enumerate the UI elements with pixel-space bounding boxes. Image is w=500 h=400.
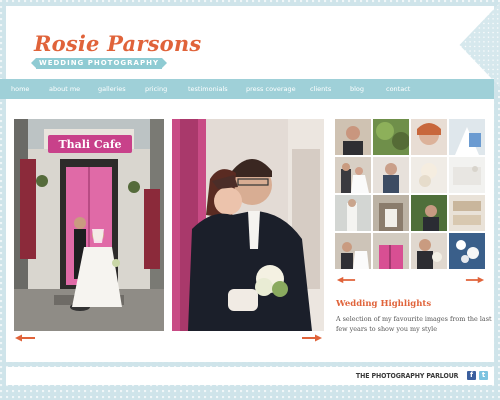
thumbnail[interactable] [335,157,371,193]
site-footer: THE PHOTOGRAPHY PARLOUR f t [6,367,494,385]
nav-item-galleries[interactable]: galleries [98,85,126,93]
thumbnail[interactable] [373,233,409,269]
thumbnail[interactable] [335,195,371,231]
footer-brand[interactable]: THE PHOTOGRAPHY PARLOUR [356,372,459,380]
site-logo-tagline: WEDDING PHOTOGRAPHY [31,58,167,69]
facebook-icon[interactable]: f [467,371,476,380]
thumbnail[interactable] [449,233,485,269]
thumbnail[interactable] [449,195,485,231]
next-arrow-icon[interactable] [301,334,323,342]
nav-item-contact[interactable]: contact [386,85,410,93]
nav-item-clients[interactable]: clients [310,85,331,93]
thumbnail[interactable] [335,119,371,155]
main-photo-right[interactable] [172,119,324,331]
thumbnail[interactable] [373,119,409,155]
thumbnail[interactable] [373,195,409,231]
thumbs-next-arrow-icon[interactable] [465,276,485,284]
thumbs-prev-arrow-icon[interactable] [336,276,356,284]
corner-decoration-icon [459,2,500,88]
nav-item-testimonials[interactable]: testimonials [188,85,228,93]
thumbnail-grid [335,119,487,272]
thumbnail[interactable] [411,233,447,269]
thumbnail[interactable] [449,119,485,155]
cafe-wedding-photo: Thali Cafe [14,119,164,331]
thumbnail[interactable] [373,157,409,193]
thumbnail[interactable] [449,157,485,193]
nav-item-home[interactable]: home [11,85,29,93]
nav-item-about-me[interactable]: about me [49,85,80,93]
thumbnail[interactable] [411,157,447,193]
thumbnail[interactable] [411,119,447,155]
thumbnail[interactable] [335,233,371,269]
nav-item-pricing[interactable]: pricing [145,85,167,93]
prev-arrow-icon[interactable] [14,334,36,342]
nav-item-blog[interactable]: blog [350,85,364,93]
twitter-icon[interactable]: t [479,371,488,380]
highlights-title: Wedding Highlights [336,299,432,309]
site-header: Rosie Parsons WEDDING PHOTOGRAPHY [6,6,494,85]
main-photo-left[interactable]: Thali Cafe [14,119,164,331]
cafe-sign-text: Thali Cafe [58,138,121,151]
page-container: Rosie Parsons WEDDING PHOTOGRAPHY Thali … [6,6,494,362]
site-logo-title[interactable]: Rosie Parsons [34,31,201,56]
thumbnail[interactable] [411,195,447,231]
couple-embrace-photo [172,119,324,331]
highlights-text: A selection of my favourite images from … [336,315,492,333]
main-nav: home about me galleries pricing testimon… [0,79,494,99]
nav-item-press-coverage[interactable]: press coverage [246,85,296,93]
